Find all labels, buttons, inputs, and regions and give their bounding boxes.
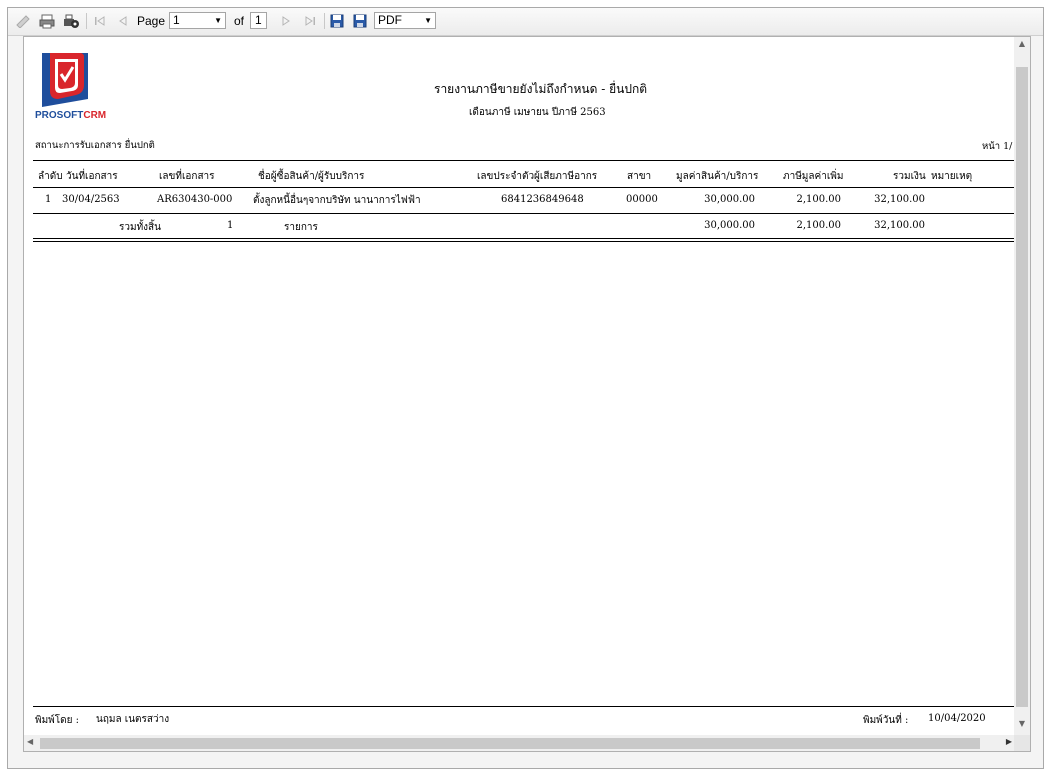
viewer-toolbar: Page 1 ▼ of 1 PDF ▼ <box>8 8 1043 36</box>
report-canvas: PROSOFTCRM รายงานภาษีขายยังไม่ถึงกำหนด -… <box>23 36 1031 752</box>
summary-label: รวมทั้งสิ้น <box>119 222 161 233</box>
row-no: 1 <box>45 194 52 205</box>
previous-page-icon[interactable] <box>114 12 132 30</box>
report-page: PROSOFTCRM รายงานภาษีขายยังไม่ถึงกำหนด -… <box>24 37 1016 735</box>
scroll-left-icon[interactable]: ◀ <box>27 737 33 746</box>
row-amount: 30,000.00 <box>704 194 755 205</box>
of-label: of <box>234 14 245 28</box>
col-header-date: วันที่เอกสาร <box>66 171 118 182</box>
export-icon[interactable] <box>351 12 369 30</box>
row-date: 30/04/2563 <box>62 194 120 205</box>
col-header-no: ลำดับ <box>38 171 63 182</box>
print-icon[interactable] <box>38 12 56 30</box>
save-icon[interactable] <box>328 12 346 30</box>
row-branch: 00000 <box>626 194 658 205</box>
col-header-amount: มูลค่าสินค้า/บริการ <box>676 171 759 182</box>
logo-brand-crm: CRM <box>83 110 107 121</box>
col-header-vat: ภาษีมูลค่าเพิ่ม <box>783 171 844 182</box>
edit-icon[interactable] <box>14 12 32 30</box>
report-viewer-window: Page 1 ▼ of 1 PDF ▼ PROSOFTCRM รายงานภาษ… <box>7 7 1044 769</box>
scroll-right-icon[interactable]: ▶ <box>1006 737 1012 746</box>
logo-wordmark: PROSOFTCRM <box>35 110 106 121</box>
printed-by-label: พิมพ์โดย : <box>35 715 80 726</box>
next-page-icon[interactable] <box>277 12 295 30</box>
printed-by-name: นฤมล เนตรสว่าง <box>96 714 170 725</box>
col-header-branch: สาขา <box>627 171 652 182</box>
document-status: สถานะการรับเอกสาร ยื่นปกติ <box>35 140 155 151</box>
page-indicator: หน้า 1/ <box>982 141 1013 152</box>
row-doc-no: AR630430-000 <box>157 194 233 205</box>
row-vat: 2,100.00 <box>796 194 841 205</box>
logo-brand-prosoft: PROSOFT <box>35 110 84 121</box>
report-title: รายงานภาษีขายยังไม่ถึงกำหนด - ยื่นปกติ <box>434 82 648 96</box>
col-header-customer: ชื่อผู้ซื้อสินค้า/ผู้รับบริการ <box>258 171 365 182</box>
chevron-down-icon: ▼ <box>214 16 222 25</box>
col-header-tax-id: เลขประจำตัวผู้เสียภาษีอากร <box>477 171 598 182</box>
col-header-doc-no: เลขที่เอกสาร <box>159 171 215 182</box>
row-tax-id: 6841236849648 <box>501 194 584 205</box>
prosoft-logo <box>36 53 94 107</box>
summary-vat: 2,100.00 <box>796 220 841 231</box>
scrollbar-corner <box>1014 735 1030 751</box>
scroll-up-icon[interactable]: ▲ <box>1014 39 1030 53</box>
horizontal-scrollbar[interactable]: ◀ ▶ <box>24 735 1016 751</box>
print-setup-icon[interactable] <box>62 12 80 30</box>
page-label: Page <box>137 14 166 28</box>
first-page-icon[interactable] <box>91 12 109 30</box>
total-pages-box: 1 <box>250 12 267 29</box>
last-page-icon[interactable] <box>301 12 319 30</box>
export-format-value: PDF <box>378 13 402 27</box>
report-subtitle: เดือนภาษี เมษายน ปีภาษี 2563 <box>469 107 606 118</box>
horizontal-scroll-thumb[interactable] <box>40 738 980 749</box>
row-customer: ตั้งลูกหนี้อื่นๆจากบริษัท นานาการไฟฟ้า <box>253 195 421 206</box>
col-header-note: หมายเหตุ <box>931 171 973 182</box>
col-header-total: รวมเงิน <box>893 171 926 182</box>
total-pages-value: 1 <box>255 13 262 27</box>
vertical-scroll-thumb[interactable] <box>1016 67 1028 707</box>
chevron-down-icon: ▼ <box>424 16 432 25</box>
summary-amount: 30,000.00 <box>704 220 755 231</box>
summary-unit: รายการ <box>284 222 318 233</box>
summary-count: 1 <box>227 220 234 231</box>
page-number-value: 1 <box>173 13 180 27</box>
summary-total: 32,100.00 <box>874 220 925 231</box>
row-total: 32,100.00 <box>874 194 925 205</box>
printed-date: 10/04/2020 <box>928 713 986 724</box>
scroll-down-icon[interactable]: ▼ <box>1014 719 1030 733</box>
vertical-scrollbar[interactable]: ▲ ▼ <box>1014 37 1030 735</box>
page-number-select[interactable]: 1 ▼ <box>169 12 226 29</box>
printed-date-label: พิมพ์วันที่ : <box>863 715 909 726</box>
export-format-select[interactable]: PDF ▼ <box>374 12 436 29</box>
